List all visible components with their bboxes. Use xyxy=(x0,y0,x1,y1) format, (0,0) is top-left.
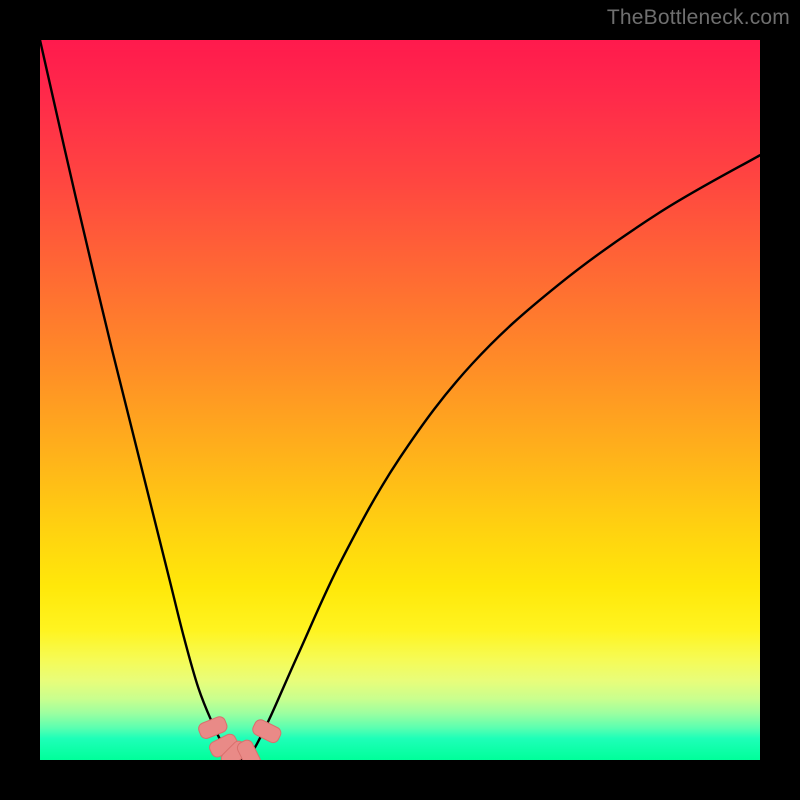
curve-layer xyxy=(40,40,760,760)
bottleneck-curve xyxy=(40,40,760,760)
chart-frame: TheBottleneck.com xyxy=(0,0,800,800)
trough-markers xyxy=(197,715,283,760)
watermark-text: TheBottleneck.com xyxy=(607,6,790,30)
plot-area xyxy=(40,40,760,760)
trough-point-5 xyxy=(251,718,283,745)
